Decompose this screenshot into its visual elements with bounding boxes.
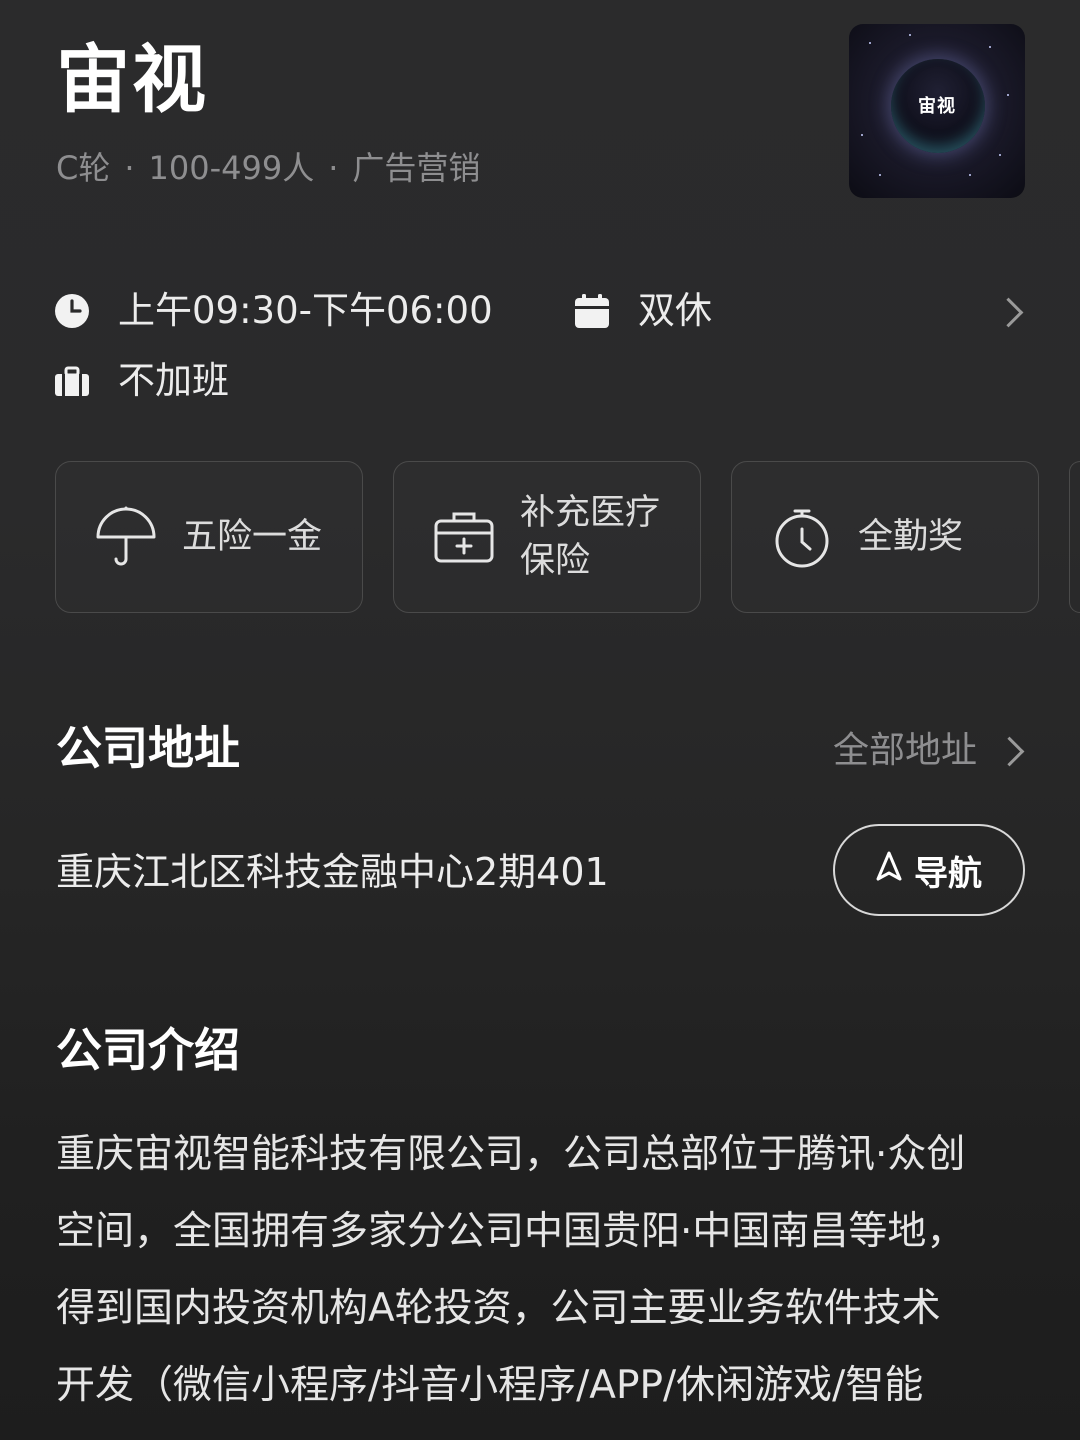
calendar-icon (574, 293, 610, 329)
work-hours: 上午09:30-下午06:00 (118, 289, 493, 332)
company-intro: 重庆宙视智能科技有限公司，公司总部位于腾讯·众创 空间，全国拥有多家分公司中国贵… (56, 1132, 966, 1408)
benefit-card-medical[interactable]: 补充医疗 保险 (393, 461, 701, 613)
chevron-right-icon (994, 736, 1025, 766)
benefit-card-partial[interactable] (1069, 461, 1080, 613)
umbrella-icon (94, 505, 158, 569)
benefit-label: 补充医疗 保险 (520, 493, 661, 581)
navigate-label: 导航 (914, 853, 982, 894)
company-meta: C轮 · 100-499人 · 广告营销 (56, 149, 481, 187)
funding-stage: C轮 (56, 149, 111, 187)
stopwatch-icon (770, 505, 834, 569)
rest-days: 双休 (638, 289, 712, 332)
industry: 广告营销 (352, 149, 481, 187)
work-hours-row: 上午09:30-下午06:00 (54, 286, 493, 336)
company-address: 重庆江北区科技金融中心2期401 (56, 850, 609, 894)
navigation-arrow-icon (876, 850, 902, 890)
company-size: 100-499人 (148, 149, 315, 187)
all-addresses-link[interactable]: 全部地址 (832, 726, 1025, 776)
address-section-title: 公司地址 (56, 721, 240, 775)
clock-icon (54, 293, 90, 329)
navigate-button[interactable]: 导航 (833, 824, 1025, 916)
all-addresses-label: 全部地址 (832, 730, 977, 771)
schedule-details-chevron-icon[interactable] (993, 297, 1024, 328)
company-name: 宙视 (56, 37, 208, 123)
rest-days-row: 双休 (574, 286, 712, 336)
briefcase-icon (54, 363, 90, 399)
benefit-label: 全勤奖 (858, 517, 964, 557)
intro-section-title: 公司介绍 (56, 1023, 240, 1077)
overtime-policy: 不加班 (118, 359, 229, 402)
logo-text: 宙视 (918, 96, 956, 117)
company-logo[interactable]: 宙视 (849, 24, 1025, 198)
benefit-label: 五险一金 (182, 517, 323, 557)
medical-kit-icon (432, 505, 496, 569)
overtime-row: 不加班 (54, 356, 229, 406)
benefit-card-attendance[interactable]: 全勤奖 (731, 461, 1039, 613)
benefit-card-insurance[interactable]: 五险一金 (55, 461, 363, 613)
